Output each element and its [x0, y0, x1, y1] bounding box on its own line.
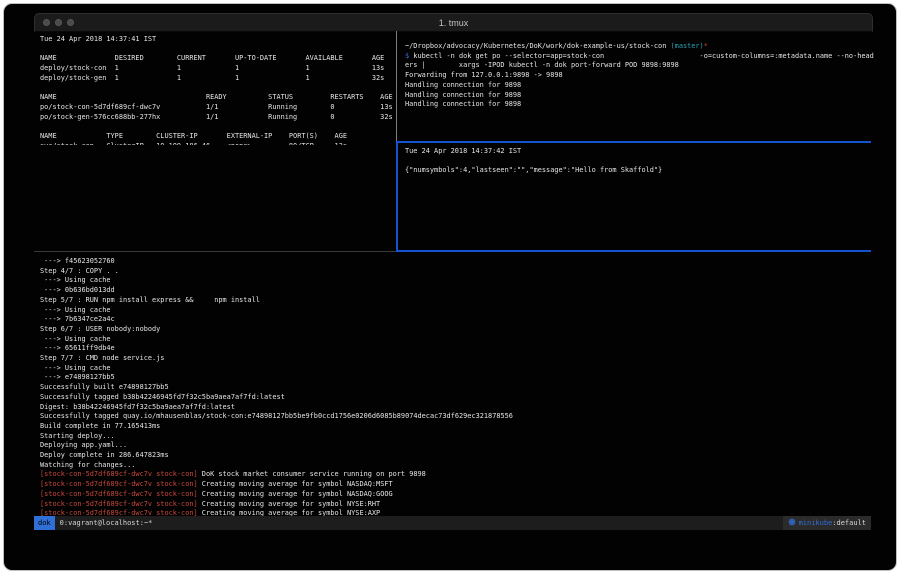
pane-divider-horizontal-active-bottom[interactable] — [396, 250, 871, 252]
session-badge[interactable]: dok — [34, 516, 55, 530]
tmux-pane-skaffold-build[interactable]: ---> f45623052760Step 4/7 : COPY . . ---… — [34, 253, 877, 517]
terminal-line: Step 7/7 : CMD node service.js — [40, 354, 877, 364]
screenshot: 1. tmux Tue 24 Apr 2018 14:37:41 IST NAME… — [0, 0, 900, 574]
terminal-line: ---> e74898127bb5 — [40, 373, 877, 383]
terminal-line: Step 4/7 : COPY . . — [40, 267, 877, 277]
pane-divider-horizontal-active-top[interactable] — [396, 141, 871, 143]
terminal-line: Handling connection for 9898 — [405, 91, 876, 101]
kube-context-label: minikube — [799, 519, 833, 527]
terminal-line: ---> 0b636bd013dd — [40, 286, 877, 296]
terminal-line: Tue 24 Apr 2018 14:37:42 IST — [405, 147, 876, 157]
terminal-line: svc/stock-con ClusterIP 10.109.186.46 <n… — [40, 142, 401, 145]
terminal-line: po/stock-con-5d7df689cf-dwc7v 1/1 Runnin… — [40, 103, 401, 113]
terminal-line: [stock-con-5d7df689cf-dwc7v stock-con] D… — [40, 470, 877, 480]
terminal-line: po/stock-gen-576cc688bb-277hx 1/1 Runnin… — [40, 113, 401, 123]
window-label[interactable]: 0:vagrant@localhost:~* — [60, 519, 153, 527]
status-right-segment: minikube :default — [783, 516, 871, 530]
terminal-line: ---> Using cache — [40, 276, 877, 286]
terminal-line: $ kubectl -n dok get po --selector=app=s… — [405, 52, 876, 62]
terminal-line: ers | xargs -IPOD kubectl -n dok port-fo… — [405, 61, 876, 71]
terminal-window: 1. tmux Tue 24 Apr 2018 14:37:41 IST NAME… — [3, 3, 897, 571]
kube-namespace-label: :default — [832, 519, 866, 527]
terminal-line: ---> Using cache — [40, 335, 877, 345]
terminal-line: Handling connection for 9898 — [405, 100, 876, 110]
title-bar[interactable]: 1. tmux — [34, 13, 873, 32]
terminal-line: ---> f45623052760 — [40, 257, 877, 267]
terminal-line: {"numsymbols":4,"lastseen":"","message":… — [405, 166, 876, 176]
terminal-line: Forwarding from 127.0.0.1:9898 -> 9898 — [405, 71, 876, 81]
tmux-pane-port-forward[interactable]: ~/Dropbox/advocacy/Kubernetes/DoK/work/d… — [399, 31, 876, 152]
terminal-line — [40, 45, 401, 55]
tmux-pane-curl-output[interactable]: Tue 24 Apr 2018 14:37:42 IST {"numsymbols… — [399, 143, 876, 253]
terminal-line: ---> Using cache — [40, 306, 877, 316]
terminal-line: deploy/stock-con 1 1 1 1 13s — [40, 64, 401, 74]
terminal-line: Build complete in 77.165413ms — [40, 422, 877, 432]
terminal-line: NAME DESIRED CURRENT UP-TO-DATE AVAILABL… — [40, 54, 401, 64]
terminal-line: ~/Dropbox/advocacy/Kubernetes/DoK/work/d… — [405, 42, 876, 52]
terminal-line: [stock-con-5d7df689cf-dwc7v stock-con] C… — [40, 500, 877, 510]
terminal-line: ---> 7b6347ce2a4c — [40, 315, 877, 325]
kubernetes-helm-icon — [788, 518, 796, 528]
terminal-line: ---> Using cache — [40, 364, 877, 374]
terminal-line: Handling connection for 9898 — [405, 81, 876, 91]
terminal-line: Watching for changes... — [40, 461, 877, 471]
terminal-line: Step 5/7 : RUN npm install express && np… — [40, 296, 877, 306]
terminal-line: Deploying app.yaml... — [40, 441, 877, 451]
terminal-line: Successfully built e74898127bb5 — [40, 383, 877, 393]
terminal-line: [stock-con-5d7df689cf-dwc7v stock-con] C… — [40, 480, 877, 490]
window-title: 1. tmux — [35, 18, 872, 28]
tmux-status-bar: dok 0:vagrant@localhost:~* minikube :def… — [34, 516, 871, 530]
terminal-line: NAME READY STATUS RESTARTS AGE — [40, 93, 401, 103]
terminal-line — [40, 122, 401, 132]
terminal-line: NAME TYPE CLUSTER-IP EXTERNAL-IP PORT(S)… — [40, 132, 401, 142]
pane-divider-vertical-inactive[interactable] — [396, 31, 397, 141]
terminal-line — [405, 157, 876, 167]
terminal-line — [40, 84, 401, 94]
terminal-line: [stock-con-5d7df689cf-dwc7v stock-con] C… — [40, 490, 877, 500]
terminal-line: Step 6/7 : USER nobody:nobody — [40, 325, 877, 335]
terminal-line: Digest: b38b42246945fd7f32c5ba9aea7af7fd… — [40, 403, 877, 413]
tmux-pane-kubectl-watch[interactable]: Tue 24 Apr 2018 14:37:41 IST NAME DESIRED… — [34, 31, 401, 145]
terminal-line: Tue 24 Apr 2018 14:37:41 IST — [40, 35, 401, 45]
terminal-line: ---> 65611ff9db4e — [40, 344, 877, 354]
terminal-line: Successfully tagged quay.io/mhausenblas/… — [40, 412, 877, 422]
terminal-line: Deploy complete in 286.647823ms — [40, 451, 877, 461]
pane-divider-vertical-active[interactable] — [396, 141, 398, 251]
pane-divider-horizontal-inactive[interactable] — [34, 251, 396, 252]
terminal-line: deploy/stock-gen 1 1 1 1 32s — [40, 74, 401, 84]
terminal-line: Starting deploy... — [40, 432, 877, 442]
terminal-line: Successfully tagged b38b42246945fd7f32c5… — [40, 393, 877, 403]
